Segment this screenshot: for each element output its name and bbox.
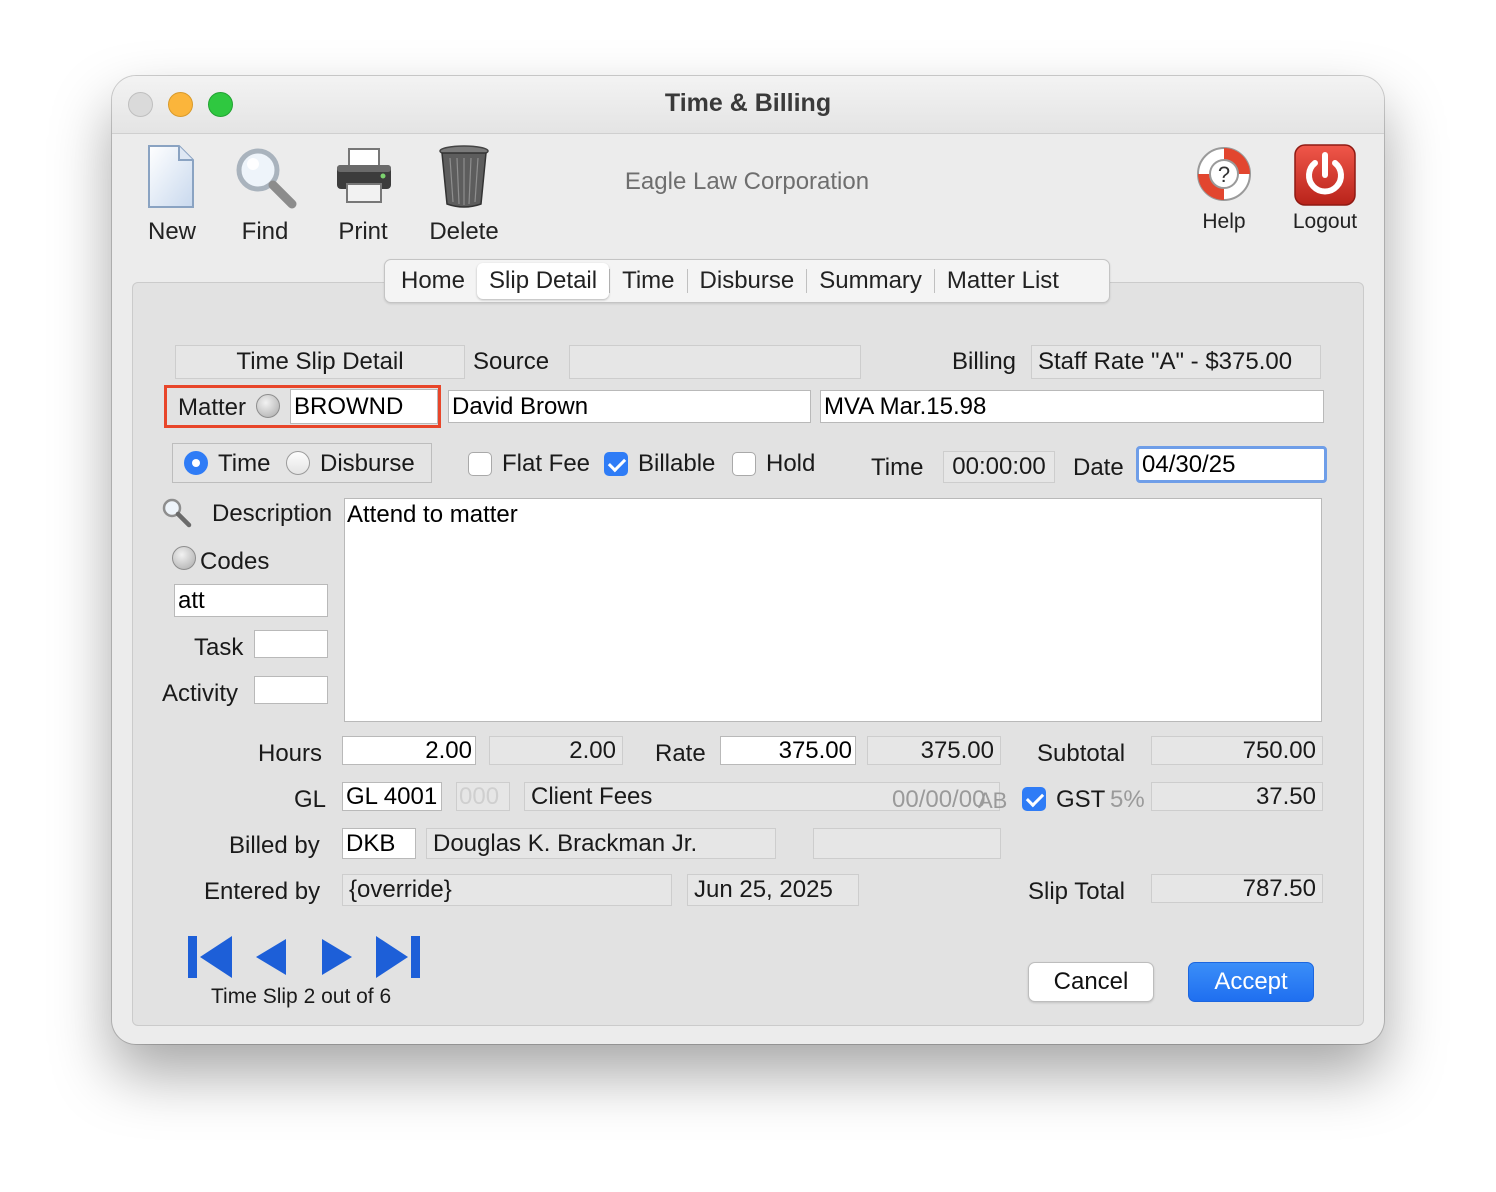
matter-description-field: MVA Mar.15.98: [820, 390, 1324, 423]
hold-checkbox[interactable]: [732, 452, 756, 476]
entered-date-field: Jun 25, 2025: [687, 874, 859, 906]
trash-icon: [439, 145, 489, 208]
type-disburse-radio[interactable]: [286, 451, 310, 475]
source-field: [569, 345, 861, 379]
gst-label: GST: [1056, 786, 1106, 813]
window-title: Time & Billing: [664, 89, 832, 117]
rate-input[interactable]: 375.00: [720, 736, 856, 765]
tab-home[interactable]: Home: [389, 263, 477, 299]
rate-billed-field: 375.00: [867, 736, 1001, 765]
type-time-radio[interactable]: [184, 451, 208, 475]
next-record-icon[interactable]: [320, 938, 354, 976]
delete-label: Delete: [429, 218, 499, 245]
activity-input[interactable]: [254, 676, 328, 704]
tab-summary[interactable]: Summary: [807, 263, 934, 299]
billed-by-name-field: Douglas K. Brackman Jr.: [426, 828, 776, 859]
gst-rate: 5%: [1110, 786, 1145, 813]
tab-slip-detail[interactable]: Slip Detail: [477, 263, 610, 299]
new-label: New: [147, 218, 196, 245]
find-button[interactable]: Find: [224, 142, 306, 252]
task-input[interactable]: [254, 630, 328, 658]
entered-by-label: Entered by: [204, 878, 321, 905]
flat-fee-label: Flat Fee: [502, 450, 591, 477]
title-bar: Time & Billing: [112, 76, 1384, 134]
gst-amount-field: 37.50: [1151, 782, 1323, 811]
description-label: Description: [212, 500, 333, 527]
subtotal-field: 750.00: [1151, 736, 1323, 765]
description-textarea[interactable]: Attend to matter: [344, 498, 1322, 722]
flat-fee-checkbox[interactable]: [468, 452, 492, 476]
find-label: Find: [241, 218, 289, 245]
help-button[interactable]: ? Help: [1186, 142, 1262, 242]
codes-radio[interactable]: [172, 546, 196, 570]
hours-billed-field: 2.00: [489, 736, 623, 765]
client-name-field: David Brown: [448, 390, 811, 423]
record-status: Time Slip 2 out of 6: [211, 985, 392, 1008]
billable-label: Billable: [638, 450, 716, 477]
gl-label: GL: [294, 786, 327, 813]
accept-button[interactable]: Accept: [1188, 962, 1314, 1002]
gl-sub-field: 000: [456, 782, 510, 811]
slip-total-field: 787.50: [1151, 874, 1323, 903]
logout-button[interactable]: Logout: [1284, 142, 1366, 242]
billing-rate-field: Staff Rate "A" - $375.00: [1031, 345, 1321, 379]
type-disburse-label: Disburse: [320, 450, 415, 477]
matter-input[interactable]: BROWND: [290, 389, 438, 424]
rate-label: Rate: [655, 740, 706, 767]
power-icon: [1294, 144, 1356, 206]
help-lifebuoy-icon: ?: [1197, 147, 1251, 201]
new-document-icon: [148, 145, 194, 208]
print-label: Print: [338, 218, 388, 245]
hold-label: Hold: [766, 450, 816, 477]
new-button[interactable]: New: [132, 142, 212, 252]
magnifier-icon: [236, 148, 297, 209]
company-name: Eagle Law Corporation: [624, 168, 870, 195]
delete-button[interactable]: Delete: [418, 142, 510, 252]
section-title: Time Slip Detail: [175, 345, 465, 379]
billed-by-extra-field: [813, 828, 1001, 859]
billed-by-label: Billed by: [229, 832, 320, 859]
activity-label: Activity: [162, 680, 239, 707]
gl-flag: AB: [978, 788, 1008, 813]
type-time-label: Time: [218, 450, 271, 477]
description-search-icon[interactable]: [160, 496, 192, 528]
timer-field: 00:00:00: [943, 451, 1055, 483]
source-label: Source: [473, 348, 550, 375]
billable-checkbox[interactable]: [604, 452, 628, 476]
matter-label: Matter: [178, 394, 247, 421]
date-input[interactable]: 04/30/25: [1136, 446, 1327, 483]
cancel-button[interactable]: Cancel: [1028, 962, 1154, 1002]
matter-lookup-radio[interactable]: [256, 394, 280, 418]
codes-label: Codes: [200, 548, 270, 575]
hours-input[interactable]: 2.00: [342, 736, 476, 765]
date-label: Date: [1073, 454, 1124, 481]
gl-date-field: 00/00/00: [892, 786, 986, 813]
billing-label: Billing: [952, 348, 1017, 375]
tab-disburse[interactable]: Disburse: [688, 263, 807, 299]
task-label: Task: [194, 634, 244, 661]
subtotal-label: Subtotal: [1037, 740, 1126, 767]
gl-account-input[interactable]: GL 4001: [342, 782, 442, 811]
previous-record-icon[interactable]: [254, 938, 288, 976]
first-record-icon[interactable]: [186, 934, 234, 980]
print-button[interactable]: Print: [324, 142, 402, 252]
gst-checkbox[interactable]: [1022, 787, 1046, 811]
printer-icon: [337, 148, 391, 203]
billed-by-code-input[interactable]: DKB: [342, 828, 416, 859]
codes-input[interactable]: att: [174, 584, 328, 617]
time-label: Time: [871, 454, 924, 481]
tab-time[interactable]: Time: [610, 263, 686, 299]
last-record-icon[interactable]: [374, 934, 422, 980]
tab-matter-list[interactable]: Matter List: [935, 263, 1071, 299]
entered-by-field: {override}: [342, 874, 672, 906]
hours-label: Hours: [258, 740, 323, 767]
slip-total-label: Slip Total: [1028, 878, 1125, 905]
svg-text:?: ?: [1218, 162, 1230, 187]
app-window: Time & Billing New Find Print Delete Eag…: [112, 76, 1384, 1044]
help-label: Help: [1202, 210, 1246, 233]
tab-bar: Home Slip Detail Time Disburse Summary M…: [384, 259, 1110, 303]
logout-label: Logout: [1292, 210, 1358, 233]
